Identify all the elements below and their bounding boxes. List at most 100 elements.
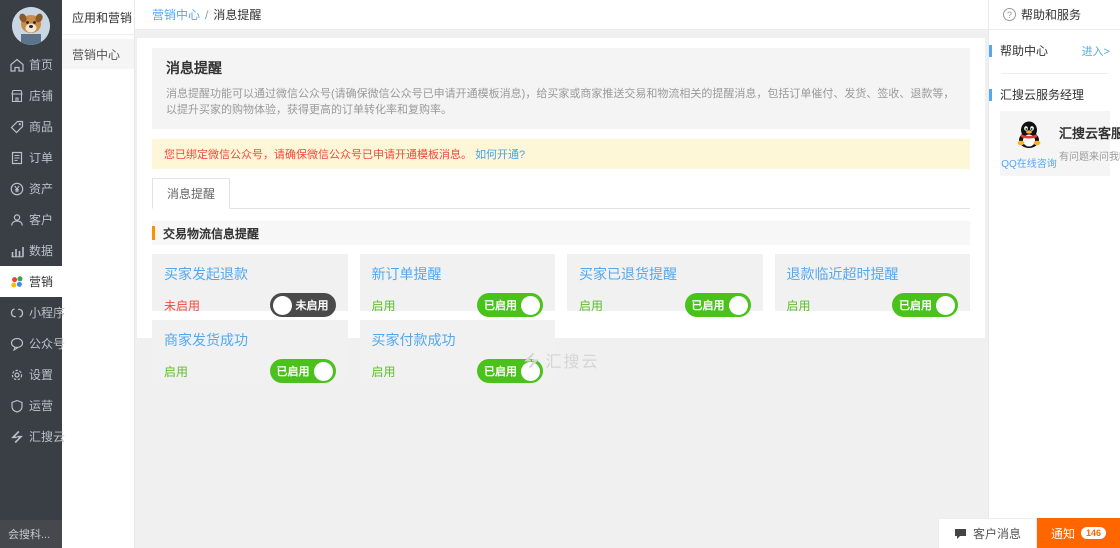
- sub-sidebar: 应用和营销 营销中心: [62, 0, 135, 548]
- sidebar-item-home[interactable]: 首页: [0, 49, 62, 80]
- avatar-wrap: [0, 0, 62, 49]
- card-status-row: 启用 已启用: [579, 293, 751, 317]
- sidebar-item-label: 商品: [29, 118, 53, 135]
- sidebar-item-label: 订单: [29, 149, 53, 166]
- notification-card: 新订单提醒启用已启用: [360, 254, 556, 311]
- watermark-text: 汇搜云: [545, 348, 599, 372]
- official-account-icon: [9, 336, 24, 351]
- sub-sidebar-item-marketing-center[interactable]: 营销中心: [62, 39, 134, 69]
- sidebar-item-label: 营销: [29, 273, 53, 290]
- shop-icon: [9, 88, 24, 103]
- watermark: 汇搜云: [135, 348, 988, 372]
- floating-buttons: 客户消息 通知 146: [938, 518, 1120, 548]
- card-title-link[interactable]: 商家发货成功: [164, 330, 336, 350]
- toggle-label: 已启用: [688, 297, 729, 313]
- qq-online-consult-link[interactable]: QQ在线咨询: [1001, 155, 1057, 170]
- customer-message-label: 客户消息: [973, 525, 1021, 542]
- sidebar-footer-company[interactable]: 会搜科...: [0, 520, 62, 548]
- card-title-link[interactable]: 退款临近超时提醒: [787, 264, 959, 284]
- help-panel: ? 帮助和服务 帮助中心 进入> 汇搜云服务经理: [988, 0, 1120, 548]
- sidebar-item-label: 数据: [29, 242, 53, 259]
- content-panel: 消息提醒 消息提醒功能可以通过微信公众号(请确保微信公众号已申请开通模板消息)，…: [137, 38, 985, 338]
- breadcrumb-separator: /: [205, 8, 208, 22]
- help-center-accent-bar: [989, 45, 992, 57]
- notify-button[interactable]: 通知 146: [1037, 518, 1120, 548]
- service-agent-name: 汇搜云客服: [1059, 123, 1120, 142]
- sidebar-item-data[interactable]: 数据: [0, 235, 62, 266]
- miniprogram-icon: [9, 305, 24, 320]
- tab-message-remind[interactable]: 消息提醒: [152, 178, 230, 209]
- main-sidebar: 首页店铺商品订单资产客户数据营销小程序公众号设置运营汇搜云 会搜科...: [0, 0, 62, 548]
- notify-count-badge: 146: [1081, 527, 1106, 539]
- toggle-switch[interactable]: 已启用: [477, 293, 543, 317]
- qq-penguin-icon: [1014, 119, 1044, 149]
- asset-yuan-icon: [9, 181, 24, 196]
- card-status-text: 未启用: [164, 297, 200, 314]
- card-status-text: 启用: [579, 297, 603, 314]
- sidebar-item-official[interactable]: 公众号: [0, 328, 62, 359]
- breadcrumb-current: 消息提醒: [213, 6, 261, 23]
- card-title-link[interactable]: 买家付款成功: [372, 330, 544, 350]
- data-chart-icon: [9, 243, 24, 258]
- sidebar-item-label: 客户: [29, 211, 53, 228]
- sidebar-item-miniprogram[interactable]: 小程序: [0, 297, 62, 328]
- card-title-link[interactable]: 买家已退货提醒: [579, 264, 751, 284]
- sidebar-item-label: 运营: [29, 397, 53, 414]
- card-status-row: 启用已启用: [372, 293, 544, 317]
- sidebar-item-shop[interactable]: 店铺: [0, 80, 62, 111]
- service-manager-accent-bar: [989, 89, 992, 101]
- app-root: 首页店铺商品订单资产客户数据营销小程序公众号设置运营汇搜云 会搜科... 应用和…: [0, 0, 1120, 548]
- home-icon: [9, 57, 24, 72]
- sidebar-item-label: 公众号: [29, 335, 65, 352]
- how-to-enable-link[interactable]: 如何开通?: [475, 149, 525, 161]
- question-mark-icon: ?: [1003, 8, 1016, 21]
- sidebar-item-goods[interactable]: 商品: [0, 111, 62, 142]
- section-accent-bar: [152, 226, 155, 240]
- sidebar-menu: 首页店铺商品订单资产客户数据营销小程序公众号设置运营汇搜云: [0, 49, 62, 452]
- sub-sidebar-title: 应用和营销: [62, 0, 134, 35]
- customer-message-button[interactable]: 客户消息: [938, 518, 1037, 548]
- huisou-logo-icon: [9, 429, 24, 444]
- help-center-enter-link[interactable]: 进入>: [1082, 43, 1110, 59]
- qq-card-right: 汇搜云客服 有问题来问我哦: [1059, 119, 1120, 170]
- toggle-switch[interactable]: 未启用: [270, 293, 336, 317]
- sidebar-item-operation[interactable]: 运营: [0, 390, 62, 421]
- card-title-link[interactable]: 新订单提醒: [372, 264, 544, 284]
- toggle-knob: [729, 296, 748, 315]
- banner-text: 您已绑定微信公众号，请确保微信公众号已申请开通模板消息。: [164, 149, 472, 161]
- toggle-knob: [521, 296, 540, 315]
- section-title: 交易物流信息提醒: [163, 225, 259, 242]
- toggle-label: 已启用: [895, 297, 936, 313]
- sidebar-item-label: 汇搜云: [29, 428, 65, 445]
- sidebar-item-label: 小程序: [29, 304, 65, 321]
- sidebar-item-orders[interactable]: 订单: [0, 142, 62, 173]
- help-divider: [1001, 73, 1108, 74]
- notify-label: 通知: [1051, 525, 1075, 542]
- toggle-label: 未启用: [292, 297, 333, 313]
- shield-icon: [9, 398, 24, 413]
- sidebar-item-assets[interactable]: 资产: [0, 173, 62, 204]
- order-doc-icon: [9, 150, 24, 165]
- avatar[interactable]: [12, 7, 50, 45]
- sidebar-item-customers[interactable]: 客户: [0, 204, 62, 235]
- page-title: 消息提醒: [166, 58, 956, 78]
- qq-service-card: QQ在线咨询 汇搜云客服 有问题来问我哦: [1000, 111, 1110, 176]
- notification-card: 买家已退货提醒启用 已启用: [567, 254, 763, 311]
- sidebar-item-settings[interactable]: 设置: [0, 359, 62, 390]
- service-manager-title: 汇搜云服务经理: [1000, 86, 1120, 103]
- section-header: 交易物流信息提醒: [152, 221, 970, 245]
- card-title-link[interactable]: 买家发起退款: [164, 264, 336, 284]
- goods-tag-icon: [9, 119, 24, 134]
- notification-card: 退款临近超时提醒启用已启用: [775, 254, 971, 311]
- sidebar-item-marketing[interactable]: 营销: [0, 266, 62, 297]
- help-panel-header: ? 帮助和服务: [989, 0, 1120, 30]
- toggle-switch[interactable]: 已启用: [685, 293, 751, 317]
- breadcrumb-parent-link[interactable]: 营销中心: [152, 6, 200, 23]
- page-description: 消息提醒功能可以通过微信公众号(请确保微信公众号已申请开通模板消息)，给买家或商…: [166, 85, 956, 117]
- toggle-switch[interactable]: 已启用: [892, 293, 958, 317]
- sidebar-item-huisou[interactable]: 汇搜云: [0, 421, 62, 452]
- notification-card: 买家发起退款未启用未启用: [152, 254, 348, 311]
- help-panel-title: 帮助和服务: [1021, 6, 1081, 23]
- marketing-flower-icon: [9, 274, 24, 289]
- toggle-label: 已启用: [480, 297, 521, 313]
